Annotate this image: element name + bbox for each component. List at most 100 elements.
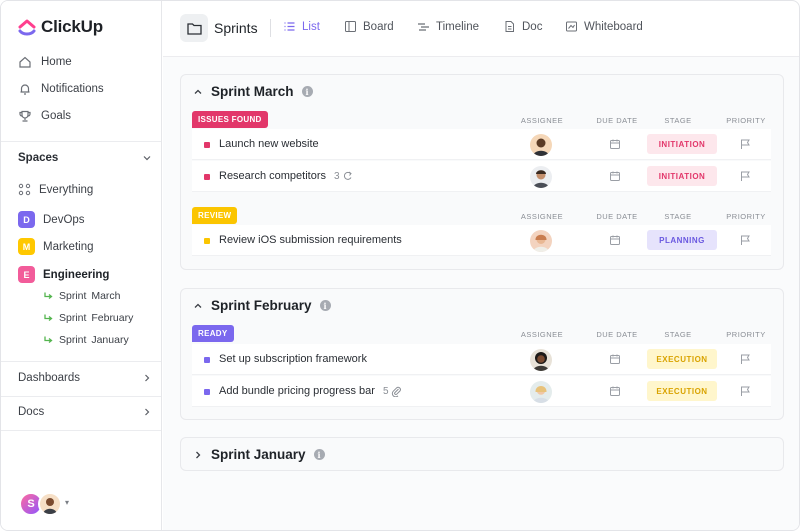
column-stage: STAGE — [664, 330, 692, 339]
status-tag: REVIEW — [192, 207, 238, 224]
person-avatar-icon — [533, 170, 549, 188]
attachment-count[interactable]: 5 — [383, 386, 402, 397]
page-title: Sprints — [214, 20, 258, 36]
status-bullet — [204, 389, 210, 395]
info-icon[interactable]: i — [313, 449, 325, 460]
caret-down-icon[interactable]: ▾ — [65, 498, 69, 507]
timeline-icon — [418, 23, 429, 31]
column-due-date: DUE DATE — [596, 330, 638, 339]
user-photo-avatar[interactable] — [38, 492, 62, 516]
sidebar-item-sprint-january[interactable]: Sprint January — [43, 334, 129, 346]
sprint-header[interactable]: Sprint January i — [193, 447, 325, 462]
tab-list-label: List — [302, 20, 320, 33]
sprint-label: Sprint March — [59, 290, 121, 302]
tab-doc[interactable]: Doc — [503, 20, 542, 33]
sprint-header[interactable]: Sprint February i — [193, 298, 331, 313]
space-engineering[interactable]: E Engineering — [18, 266, 109, 283]
clickup-logo-icon — [18, 19, 36, 36]
column-due-date: DUE DATE — [596, 116, 638, 125]
chevron-down-icon — [143, 156, 151, 161]
stage-badge[interactable]: EXECUTION — [647, 349, 717, 369]
home-icon — [19, 56, 31, 68]
task-name[interactable]: Add bundle pricing progress bar 5 — [219, 385, 402, 397]
calendar-icon[interactable] — [609, 385, 621, 397]
sprint-icon — [44, 292, 53, 299]
spaces-header[interactable]: Spaces — [18, 152, 152, 164]
assignee-avatar[interactable] — [530, 349, 552, 371]
stage-badge[interactable]: INITIATION — [647, 166, 717, 186]
flag-icon[interactable] — [739, 138, 751, 150]
calendar-icon[interactable] — [609, 138, 621, 150]
status-tag: READY — [192, 325, 234, 342]
flag-icon[interactable] — [739, 353, 751, 365]
sidebar-item-docs[interactable]: Docs — [18, 406, 152, 418]
tab-timeline-label: Timeline — [436, 20, 480, 33]
everything-label: Everything — [39, 183, 94, 196]
sidebar-item-sprint-march[interactable]: Sprint March — [43, 290, 121, 302]
stage-badge[interactable]: EXECUTION — [647, 381, 717, 401]
task-row[interactable]: Set up subscription framework EXECUTION — [192, 344, 771, 375]
tab-whiteboard[interactable]: Whiteboard — [565, 20, 643, 33]
nav-goals[interactable]: Goals — [18, 109, 71, 123]
space-label: Marketing — [43, 240, 94, 253]
task-row[interactable]: Launch new website INITIATION — [192, 129, 771, 160]
task-name[interactable]: Launch new website — [219, 138, 319, 150]
space-badge: E — [18, 266, 35, 283]
sprint-header[interactable]: Sprint March i — [193, 84, 313, 99]
whiteboard-icon — [566, 21, 577, 32]
chevron-right-icon — [145, 374, 150, 382]
task-name[interactable]: Set up subscription framework — [219, 353, 367, 365]
tab-board[interactable]: Board — [344, 20, 394, 33]
task-row[interactable]: Research competitors 3 INITIATION — [192, 161, 771, 192]
nav-notifications[interactable]: Notifications — [18, 82, 104, 96]
calendar-icon[interactable] — [609, 170, 621, 182]
calendar-icon[interactable] — [609, 353, 621, 365]
flag-icon[interactable] — [739, 170, 751, 182]
info-icon[interactable]: i — [301, 86, 313, 97]
folder-button[interactable] — [180, 14, 208, 42]
assignee-avatar[interactable] — [530, 166, 552, 188]
task-row[interactable]: Review iOS submission requirements PLANN… — [192, 225, 771, 256]
sidebar-item-sprint-february[interactable]: Sprint February — [43, 312, 133, 324]
sprint-title: Sprint March — [211, 84, 294, 99]
tab-list[interactable]: List — [283, 20, 320, 33]
sprint-card: Sprint February i READY ASSIGNEE DUE DAT… — [180, 288, 784, 420]
space-devops[interactable]: D DevOps — [18, 211, 85, 228]
board-icon — [345, 21, 356, 32]
clickup-logo[interactable]: ClickUp — [18, 17, 103, 37]
nav-goals-label: Goals — [41, 110, 72, 122]
task-row[interactable]: Add bundle pricing progress bar 5 EXECUT… — [192, 376, 771, 407]
assignee-avatar[interactable] — [530, 230, 552, 252]
stage-badge[interactable]: INITIATION — [647, 134, 717, 154]
space-label: Engineering — [43, 268, 110, 281]
task-name[interactable]: Review iOS submission requirements — [219, 234, 402, 246]
task-name-text: Review iOS submission requirements — [219, 234, 402, 246]
info-icon[interactable]: i — [319, 300, 331, 311]
task-name[interactable]: Research competitors 3 — [219, 170, 353, 182]
task-name-text: Research competitors — [219, 170, 326, 182]
nav-notifications-label: Notifications — [41, 83, 104, 95]
assignee-avatar[interactable] — [530, 381, 552, 403]
space-label: DevOps — [43, 213, 85, 226]
trophy-icon — [19, 110, 31, 122]
tab-timeline[interactable]: Timeline — [417, 20, 479, 33]
stage-badge[interactable]: PLANNING — [647, 230, 717, 250]
list-icon — [284, 22, 295, 31]
sidebar-item-dashboards[interactable]: Dashboards — [18, 372, 152, 384]
status-bullet — [204, 142, 210, 148]
flag-icon[interactable] — [739, 234, 751, 246]
subtask-count[interactable]: 3 — [334, 171, 353, 182]
space-everything[interactable]: Everything — [18, 183, 93, 196]
sprint-icon — [44, 336, 53, 343]
bell-icon — [20, 84, 30, 95]
space-marketing[interactable]: M Marketing — [18, 238, 94, 255]
dashboards-label: Dashboards — [18, 372, 81, 384]
nav-home[interactable]: Home — [18, 55, 72, 69]
assignee-avatar[interactable] — [530, 134, 552, 156]
subtask-count-value: 3 — [334, 170, 340, 182]
sidebar-divider — [1, 141, 161, 142]
flag-icon[interactable] — [739, 385, 751, 397]
sprint-icon — [44, 314, 53, 321]
doc-icon — [505, 21, 514, 32]
calendar-icon[interactable] — [609, 234, 621, 246]
